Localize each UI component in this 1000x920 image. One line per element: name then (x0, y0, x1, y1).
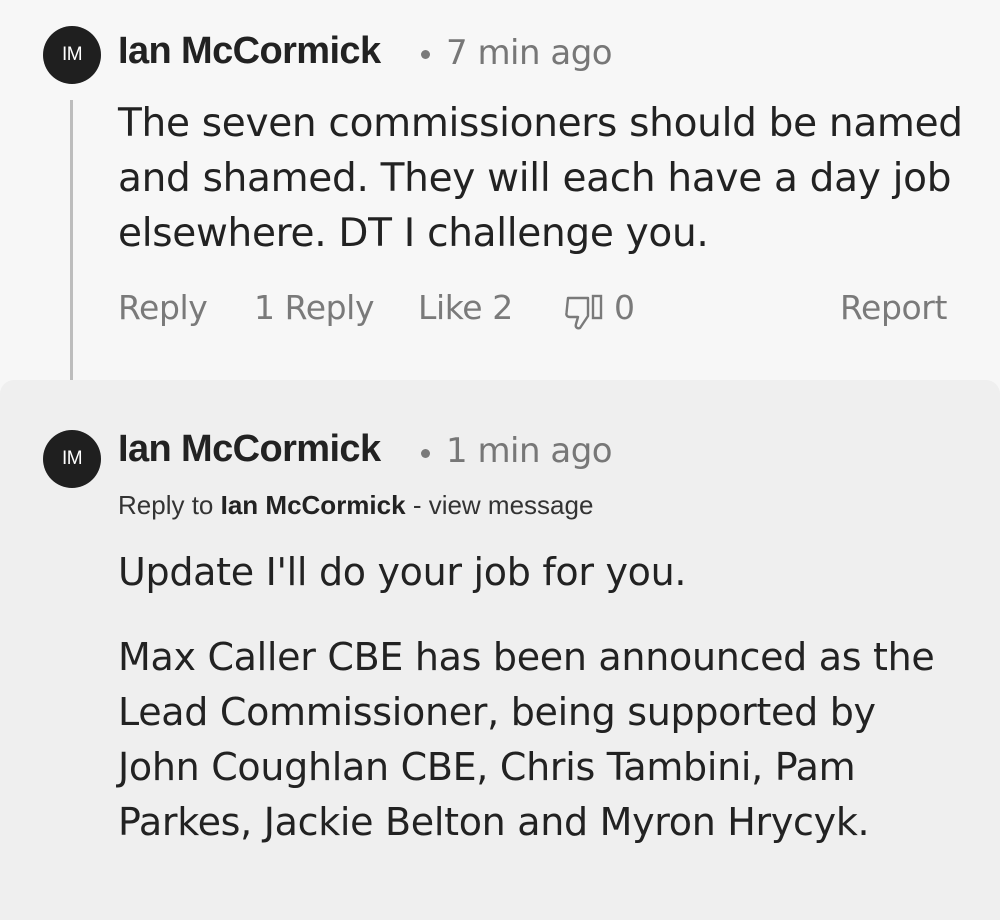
like-button[interactable]: Like 2 (418, 288, 513, 327)
reply-paragraph-1: Update I'll do your job for you. (118, 550, 687, 594)
comment-author[interactable]: Ian McCormick (118, 30, 381, 73)
view-replies-button[interactable]: 1 Reply (254, 288, 374, 327)
reply-button[interactable]: Reply (118, 288, 208, 327)
comment-timestamp: 7 min ago (446, 33, 613, 73)
reply-to-author-link[interactable]: Ian McCormick (221, 490, 406, 520)
reply-to-line: Reply to Ian McCormick - view message (118, 490, 593, 521)
reply-paragraph-2: Max Caller CBE has been announced as the… (118, 635, 935, 844)
dislike-button[interactable] (564, 290, 610, 332)
report-button[interactable]: Report (840, 288, 947, 327)
reply-to-prefix: Reply to (118, 490, 214, 520)
view-message-link[interactable]: - view message (413, 490, 594, 520)
thumbs-down-icon (565, 294, 603, 329)
reply-timestamp: 1 min ago (446, 431, 613, 471)
comment-card: IM Ian McCormick 7 min ago The seven com… (0, 0, 1000, 380)
reply-avatar[interactable]: IM (43, 430, 101, 488)
separator-dot (421, 50, 430, 59)
thread-line (70, 100, 73, 380)
dislike-count: 0 (614, 288, 635, 327)
separator-dot (421, 449, 430, 458)
reply-author[interactable]: Ian McCormick (118, 428, 381, 471)
comment-body: The seven commissioners should be named … (118, 101, 963, 256)
comment-actions: Reply 1 Reply Like 2 0 Report (118, 288, 958, 332)
avatar[interactable]: IM (43, 26, 101, 84)
